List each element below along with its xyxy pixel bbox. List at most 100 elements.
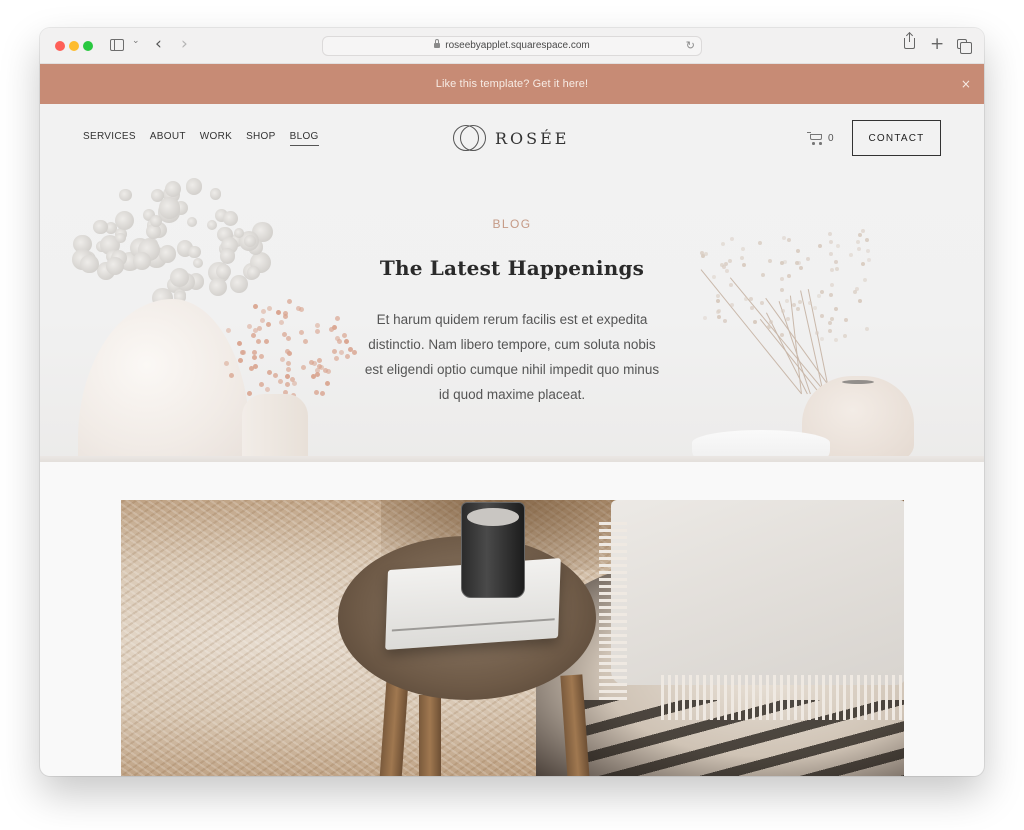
flower-bud <box>325 380 331 386</box>
dried-bud <box>760 301 765 306</box>
shelf <box>40 456 984 462</box>
blog-feature-image[interactable] <box>121 500 904 776</box>
dried-bud <box>785 316 790 321</box>
close-icon[interactable]: × <box>961 64 971 104</box>
hydrangea-petal <box>150 188 164 203</box>
flower-bud <box>338 349 344 355</box>
tabs-overview-icon[interactable] <box>957 39 972 54</box>
flower-bud <box>344 353 350 359</box>
minimize-window-button[interactable] <box>69 41 79 51</box>
flower-bud <box>284 381 290 387</box>
dried-bud <box>768 319 773 324</box>
flower-bud <box>266 369 272 375</box>
contact-button[interactable]: CONTACT <box>852 120 941 156</box>
flower-bud <box>342 333 348 339</box>
stem <box>700 269 802 395</box>
dried-bud <box>827 328 832 333</box>
flower-bud <box>314 389 320 395</box>
flower-bud <box>334 355 339 361</box>
hydrangea-petal <box>209 188 222 201</box>
hydrangea-petal <box>185 178 203 195</box>
flower-bud <box>335 315 341 321</box>
flower-bud <box>286 299 292 304</box>
dried-bud <box>779 332 784 337</box>
flower-bud <box>246 391 252 397</box>
flower-bud <box>236 341 242 347</box>
stem <box>759 318 821 395</box>
announcement-bar[interactable]: Like this template? Get it here! × <box>40 64 984 104</box>
flower-bud <box>259 318 265 324</box>
flower-bud <box>272 372 278 378</box>
dried-bud <box>833 338 838 343</box>
flower-bud <box>311 361 317 367</box>
dried-bud <box>813 306 818 311</box>
nav-shop[interactable]: SHOP <box>246 131 276 146</box>
nav-about[interactable]: ABOUT <box>150 131 186 146</box>
dried-bud <box>729 282 734 287</box>
dried-bud <box>782 236 787 241</box>
flower-bud <box>279 356 285 362</box>
nav-services[interactable]: SERVICES <box>83 131 136 146</box>
flower-bud <box>344 339 350 345</box>
dried-bud <box>820 313 825 318</box>
dried-bud <box>741 247 746 252</box>
close-window-button[interactable] <box>55 41 65 51</box>
dried-bud <box>785 298 790 303</box>
chevron-down-icon[interactable]: ⌄ <box>132 36 140 46</box>
flower-bud <box>276 309 282 315</box>
site-logo[interactable]: ROSÉE <box>453 124 569 152</box>
dried-bud <box>819 336 824 341</box>
share-icon[interactable] <box>904 33 915 49</box>
cart-count: 0 <box>828 132 834 144</box>
nav-blog[interactable]: BLOG <box>289 131 319 146</box>
dried-bud <box>702 316 707 321</box>
dried-bud <box>865 248 870 253</box>
dried-bud <box>749 297 754 302</box>
browser-toolbar: ⌄ ‹ › roseebyapplet.squarespace.com ↻ + <box>40 28 984 64</box>
flower-bud <box>253 304 259 310</box>
dried-bud <box>817 243 822 248</box>
dried-bud <box>780 287 785 292</box>
cart-icon <box>807 131 823 145</box>
forward-button[interactable]: › <box>181 34 188 54</box>
flower-bud <box>247 323 253 329</box>
flower-bud <box>265 386 271 392</box>
announcement-text[interactable]: Like this template? Get it here! <box>436 78 588 90</box>
dried-bud <box>780 308 785 313</box>
flower-bud <box>285 360 291 366</box>
zoom-window-button[interactable] <box>83 41 93 51</box>
flower-bud <box>317 358 323 364</box>
flower-bud <box>285 335 291 341</box>
reload-icon[interactable]: ↻ <box>686 37 695 55</box>
flower-bud <box>302 339 308 345</box>
flower-bud <box>326 369 332 375</box>
flower-bud <box>256 338 262 344</box>
pink-flower-image <box>215 294 358 404</box>
new-tab-icon[interactable]: + <box>930 33 944 55</box>
pillow-fringe <box>661 675 904 720</box>
dried-bud <box>828 293 833 298</box>
cart-link[interactable]: 0 <box>807 131 834 145</box>
dried-bud <box>830 283 835 288</box>
dried-bud <box>816 294 821 299</box>
dried-bud <box>864 327 869 332</box>
dried-bud <box>729 303 734 308</box>
nav-work[interactable]: WORK <box>200 131 232 146</box>
flower-bud <box>258 353 264 359</box>
address-bar[interactable]: roseebyapplet.squarespace.com ↻ <box>322 36 702 56</box>
back-button[interactable]: ‹ <box>155 34 162 54</box>
main-nav: SERVICES ABOUT WORK SHOP BLOG <box>83 131 319 146</box>
dried-bud <box>716 293 721 298</box>
logo-ring <box>460 125 486 151</box>
dried-bud <box>856 247 861 252</box>
flower-bud <box>278 379 284 385</box>
dried-bud <box>757 240 762 245</box>
dried-bud <box>722 318 727 323</box>
sidebar-icon[interactable] <box>110 39 124 51</box>
dried-stems-image <box>690 224 890 395</box>
hydrangea-petal <box>115 232 126 244</box>
flower-bud <box>223 360 229 366</box>
dried-bud <box>749 306 754 311</box>
hydrangea-petal <box>119 188 133 202</box>
dried-bud <box>842 333 847 338</box>
